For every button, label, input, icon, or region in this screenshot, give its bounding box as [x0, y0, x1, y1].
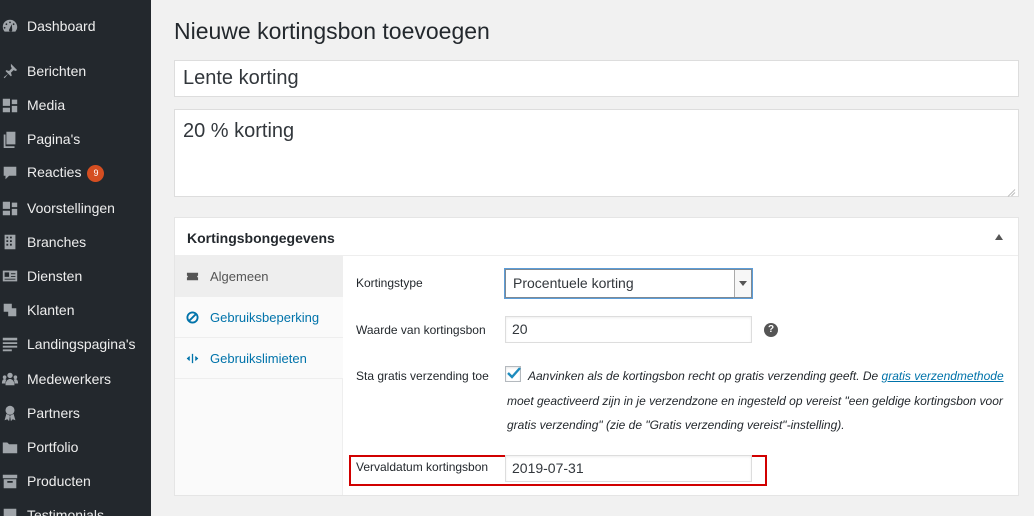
media-icon: [0, 198, 20, 218]
comments-icon: [0, 163, 20, 183]
free-shipping-checkbox[interactable]: [505, 366, 521, 382]
sidebar-item-klanten[interactable]: Klanten: [0, 293, 151, 327]
collapse-toggle-icon[interactable]: [995, 234, 1003, 240]
sidebar-item-medewerkers[interactable]: Medewerkers: [0, 362, 151, 396]
sidebar-item-label: Branches: [27, 234, 87, 250]
sidebar-item-producten[interactable]: Producten: [0, 464, 151, 498]
coupon-amount-input[interactable]: 20: [505, 316, 752, 343]
sidebar-item-label: Dashboard: [27, 18, 96, 34]
free-shipping-description: Aanvinken als de kortingsbon recht op gr…: [507, 369, 1004, 432]
sidebar-item-label: Voorstellingen: [27, 200, 115, 216]
tab-label: Algemeen: [210, 268, 269, 284]
sidebar-item-label: Producten: [27, 473, 91, 489]
text-page-icon: [0, 334, 20, 354]
testimonial-icon: [0, 505, 20, 516]
sidebar-item-testimonials[interactable]: Testimonials: [0, 498, 151, 516]
pin-icon: [0, 61, 20, 81]
sidebar-item-label: Berichten: [27, 63, 87, 79]
sidebar-item-label: Klanten: [27, 302, 75, 318]
tab-gebruikslimieten[interactable]: Gebruikslimieten: [175, 338, 343, 379]
sidebar-item-reacties[interactable]: Reacties 9: [0, 156, 151, 190]
discount-type-value: Procentuele korting: [513, 275, 634, 291]
sidebar-item-label: Media: [27, 97, 66, 113]
expiry-date-input[interactable]: 2019-07-31: [505, 455, 752, 482]
resize-handle[interactable]: [1005, 183, 1016, 197]
sidebar-item-label: Medewerkers: [27, 371, 112, 387]
archive-icon: [0, 471, 20, 491]
sidebar-item-diensten[interactable]: Diensten: [0, 259, 151, 293]
sidebar-item-label: Portfolio: [27, 439, 79, 455]
portfolio-icon: [0, 437, 20, 457]
sidebar-item-label: Diensten: [27, 268, 83, 284]
tab-gebruiksbeperking[interactable]: Gebruiksbeperking: [175, 297, 343, 338]
award-icon: [0, 403, 20, 423]
page-title: Nieuwe kortingsbon toevoegen: [174, 18, 490, 44]
limits-icon: [185, 351, 199, 365]
coupon-description-textarea[interactable]: 20 % korting: [174, 109, 1019, 197]
building-icon: [0, 232, 20, 252]
tab-label: Gebruiksbeperking: [210, 309, 320, 325]
sidebar-item-label: Landingspagina's: [27, 336, 136, 352]
help-icon[interactable]: ?: [764, 323, 778, 337]
tab-label: Gebruikslimieten: [210, 350, 307, 366]
ticket-icon: [185, 269, 199, 283]
coupon-data-postbox: Kortingsbongegevens Algemeen Gebruiksbep…: [174, 217, 1019, 496]
sidebar-item-label: Testimonials: [27, 507, 105, 516]
chevron-down-icon: [734, 270, 751, 297]
discount-type-label: Kortingstype: [356, 276, 423, 290]
postbox-header: Kortingsbongegevens: [175, 218, 1018, 256]
sidebar-item-partners[interactable]: Partners: [0, 396, 151, 430]
sidebar-item-label: Partners: [27, 405, 80, 421]
admin-sidebar: Dashboard Berichten Media Pagina's React…: [0, 0, 151, 516]
coupon-description-text: 20 % korting: [183, 120, 295, 142]
sidebar-item-portfolio[interactable]: Portfolio: [0, 430, 151, 464]
sidebar-item-landingspaginas[interactable]: Landingspagina's: [0, 327, 151, 361]
sidebar-item-paginas[interactable]: Pagina's: [0, 122, 151, 156]
groups-icon: [0, 369, 20, 389]
free-shipping-label: Sta gratis verzending toe: [356, 369, 489, 383]
block-icon: [185, 310, 199, 324]
free-shipping-method-link[interactable]: gratis verzendmethode: [882, 369, 1004, 383]
tab-algemeen[interactable]: Algemeen: [175, 256, 343, 297]
sidebar-item-dashboard[interactable]: Dashboard: [0, 9, 151, 43]
media-icon: [0, 95, 20, 115]
id-card-icon: [0, 266, 20, 286]
clients-icon: [0, 300, 20, 320]
checkmark-icon: [507, 367, 521, 379]
discount-type-select[interactable]: Procentuele korting: [505, 269, 752, 298]
postbox-title: Kortingsbongegevens: [187, 230, 335, 246]
sidebar-item-media[interactable]: Media: [0, 88, 151, 122]
comment-count-badge: 9: [87, 164, 105, 182]
coupon-code-input[interactable]: Lente korting: [174, 60, 1019, 97]
sidebar-item-voorstellingen[interactable]: Voorstellingen: [0, 191, 151, 225]
pages-icon: [0, 129, 20, 149]
sidebar-item-label: Pagina's: [27, 131, 81, 147]
sidebar-item-branches[interactable]: Branches: [0, 225, 151, 259]
coupon-data-tabs: Algemeen Gebruiksbeperking Gebruikslimie…: [175, 256, 343, 495]
expiry-date-label: Vervaldatum kortingsbon: [356, 460, 489, 474]
coupon-amount-label: Waarde van kortingsbon: [356, 323, 486, 337]
dashboard-icon: [0, 16, 20, 36]
sidebar-item-berichten[interactable]: Berichten: [0, 54, 151, 88]
sidebar-item-label: Reacties 9: [27, 164, 105, 182]
